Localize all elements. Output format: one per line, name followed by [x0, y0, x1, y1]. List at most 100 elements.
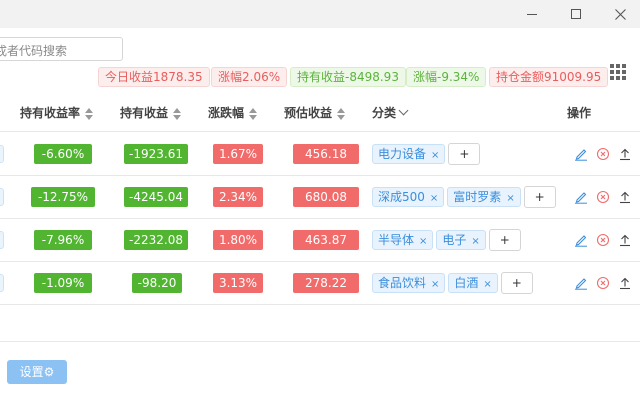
- cell-estimate: 680.08: [293, 187, 359, 207]
- row-actions: [574, 147, 632, 161]
- sort-icon[interactable]: [337, 107, 346, 120]
- category-tags: 食品饮料 × 白酒 × +: [372, 271, 533, 295]
- category-tag: 食品饮料 ×: [372, 273, 446, 293]
- stat-hold-change: 涨幅-9.34%: [406, 67, 487, 87]
- tag-close-icon[interactable]: ×: [431, 279, 439, 290]
- grid-menu-icon[interactable]: [610, 64, 626, 80]
- sort-icon[interactable]: [85, 107, 94, 120]
- add-tag-button[interactable]: +: [523, 186, 556, 208]
- header-estimate[interactable]: 预估收益: [284, 104, 346, 121]
- stat-hold-profit: 持有收益-8498.93: [290, 67, 406, 87]
- minimize-icon: [527, 13, 537, 15]
- tag-close-icon[interactable]: ×: [483, 279, 491, 290]
- maximize-icon: [571, 9, 581, 19]
- search-input[interactable]: 戎者代码搜索: [0, 37, 123, 61]
- title-bar: [0, 0, 640, 28]
- cell-hold-rate: -1.09%: [34, 273, 92, 293]
- row-stub: [0, 188, 4, 206]
- header-estimate-label: 预估收益: [284, 106, 333, 120]
- pin-top-icon[interactable]: [618, 276, 632, 290]
- category-tag: 半导体 ×: [372, 230, 434, 250]
- cell-change: 1.67%: [213, 144, 263, 164]
- maximize-button[interactable]: [554, 0, 598, 28]
- cell-hold-rate: -12.75%: [31, 187, 95, 207]
- add-tag-button[interactable]: +: [500, 272, 533, 294]
- settings-button[interactable]: 设置⚙: [7, 360, 67, 384]
- add-tag-button[interactable]: +: [488, 229, 521, 251]
- pin-top-icon[interactable]: [618, 190, 632, 204]
- edit-icon[interactable]: [574, 147, 588, 161]
- minimize-button[interactable]: [510, 0, 554, 28]
- stat-today-change: 涨幅2.06%: [211, 67, 288, 87]
- pin-top-icon[interactable]: [618, 147, 632, 161]
- header-category[interactable]: 分类: [372, 104, 409, 121]
- category-tag-label: 半导体: [378, 233, 415, 247]
- row-actions: [574, 233, 632, 247]
- cell-hold-profit: -4245.04: [124, 187, 188, 207]
- category-tags: 深成500 × 富时罗素 × +: [372, 185, 556, 209]
- category-tag: 电子 ×: [436, 230, 486, 250]
- table-row: -1.09% -98.20 3.13% 278.22 食品饮料 × 白酒 × +: [0, 262, 640, 305]
- category-tag: 富时罗素 ×: [447, 187, 521, 207]
- header-change-label: 涨跌幅: [208, 106, 245, 120]
- delete-icon[interactable]: [596, 190, 610, 204]
- category-tags: 半导体 × 电子 × +: [372, 228, 521, 252]
- cell-hold-rate: -7.96%: [34, 230, 92, 250]
- table-row: -6.60% -1923.61 1.67% 456.18 电力设备 × +: [0, 133, 640, 176]
- header-change[interactable]: 涨跌幅: [208, 104, 258, 121]
- cell-change: 1.80%: [213, 230, 263, 250]
- stat-today-profit: 今日收益1878.35: [98, 67, 210, 87]
- row-stub: [0, 231, 4, 249]
- category-tag-label: 深成500: [378, 190, 425, 204]
- cell-change: 3.13%: [213, 273, 263, 293]
- sort-icon[interactable]: [249, 107, 258, 120]
- close-icon: [614, 8, 626, 20]
- category-tag-label: 电子: [442, 233, 467, 247]
- cell-hold-rate: -6.60%: [34, 144, 92, 164]
- row-actions: [574, 190, 632, 204]
- category-tag-label: 富时罗素: [453, 190, 502, 204]
- cell-estimate: 278.22: [293, 273, 359, 293]
- stat-hold-amount: 持仓金额91009.95: [489, 67, 609, 87]
- category-tag-label: 电力设备: [378, 147, 427, 161]
- category-tag: 电力设备 ×: [372, 144, 446, 164]
- table-row: -12.75% -4245.04 2.34% 680.08 深成500 × 富时罗…: [0, 176, 640, 219]
- table-header: 持有收益率 持有收益 涨跌幅 预估收益 分类 操作: [0, 92, 640, 132]
- category-tag-label: 食品饮料: [378, 276, 427, 290]
- tag-close-icon[interactable]: ×: [431, 150, 439, 161]
- header-actions: 操作: [567, 106, 592, 120]
- cell-estimate: 463.87: [293, 230, 359, 250]
- row-actions: [574, 276, 632, 290]
- close-button[interactable]: [598, 0, 640, 28]
- header-hold-profit-label: 持有收益: [120, 106, 169, 120]
- search-placeholder: 戎者代码搜索: [0, 44, 68, 58]
- cell-hold-profit: -2232.08: [124, 230, 188, 250]
- header-hold-profit[interactable]: 持有收益: [120, 104, 182, 121]
- tag-close-icon[interactable]: ×: [506, 193, 514, 204]
- tag-close-icon[interactable]: ×: [430, 193, 438, 204]
- footer-divider: [0, 341, 640, 342]
- pin-top-icon[interactable]: [618, 233, 632, 247]
- cell-estimate: 456.18: [293, 144, 359, 164]
- table-row: -7.96% -2232.08 1.80% 463.87 半导体 × 电子 × +: [0, 219, 640, 262]
- header-hold-rate-label: 持有收益率: [20, 106, 81, 120]
- category-tag: 深成500 ×: [372, 187, 445, 207]
- header-hold-rate[interactable]: 持有收益率: [20, 104, 94, 121]
- cell-change: 2.34%: [213, 187, 263, 207]
- delete-icon[interactable]: [596, 233, 610, 247]
- edit-icon[interactable]: [574, 233, 588, 247]
- tag-close-icon[interactable]: ×: [419, 236, 427, 247]
- delete-icon[interactable]: [596, 276, 610, 290]
- cell-hold-profit: -1923.61: [124, 144, 188, 164]
- edit-icon[interactable]: [574, 190, 588, 204]
- category-tags: 电力设备 × +: [372, 142, 481, 166]
- edit-icon[interactable]: [574, 276, 588, 290]
- chevron-down-icon: [398, 105, 409, 116]
- row-stub: [0, 274, 4, 292]
- delete-icon[interactable]: [596, 147, 610, 161]
- sort-icon[interactable]: [173, 107, 182, 120]
- tag-close-icon[interactable]: ×: [471, 236, 479, 247]
- category-tag-label: 白酒: [454, 276, 479, 290]
- header-category-label: 分类: [372, 106, 397, 120]
- add-tag-button[interactable]: +: [448, 143, 481, 165]
